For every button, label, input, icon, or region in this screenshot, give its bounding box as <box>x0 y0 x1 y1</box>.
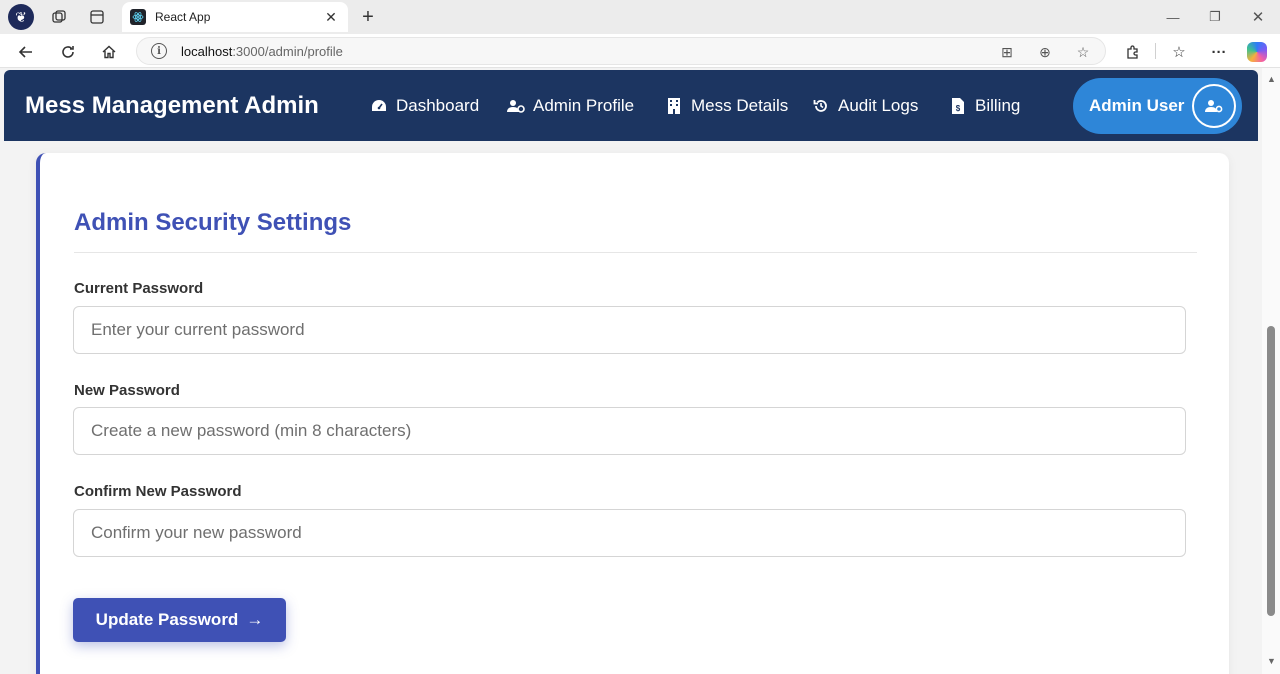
window-maximize-button[interactable]: ❐ <box>1200 4 1230 30</box>
new-password-label: New Password <box>74 382 180 399</box>
url-bar[interactable]: i localhost:3000/admin/profile ⊞ ⊕ ☆ <box>136 37 1106 65</box>
window-minimize-button[interactable]: — <box>1158 4 1188 30</box>
app-brand[interactable]: Mess Management Admin <box>25 92 319 120</box>
browser-profile-icon[interactable]: ❦ <box>8 4 34 30</box>
history-icon <box>812 97 830 115</box>
title-divider <box>74 252 1197 253</box>
extensions-icon[interactable] <box>1120 39 1146 65</box>
scrollbar-thumb[interactable] <box>1267 326 1275 616</box>
invoice-icon: $ <box>949 97 967 115</box>
browser-tab-active[interactable]: React App ✕ <box>122 2 348 32</box>
gauge-icon <box>370 97 388 115</box>
url-path: :3000/admin/profile <box>232 43 343 59</box>
update-password-label: Update Password <box>95 610 239 629</box>
nav-item-label: Mess Details <box>691 96 789 115</box>
scroll-up-arrow-icon[interactable]: ▲ <box>1267 74 1276 84</box>
browser-tab-bar: ❦ React App ✕ + — ❐ ✕ <box>0 0 1280 34</box>
tab-close-icon[interactable]: ✕ <box>322 8 340 26</box>
security-settings-card: Admin Security Settings Current Password… <box>36 153 1229 674</box>
vertical-tabs-icon[interactable] <box>86 6 108 28</box>
site-info-icon[interactable]: i <box>151 43 167 59</box>
section-title: Admin Security Settings <box>74 209 352 236</box>
reload-icon[interactable] <box>54 38 82 66</box>
tab-title: React App <box>155 10 211 24</box>
current-password-input[interactable] <box>73 306 1186 354</box>
scroll-down-arrow-icon[interactable]: ▼ <box>1267 656 1276 666</box>
app-available-icon[interactable]: ⊞ <box>997 42 1017 62</box>
toolbar-divider <box>1155 43 1156 59</box>
workspaces-icon[interactable] <box>48 6 70 28</box>
user-gear-avatar-icon <box>1192 84 1236 128</box>
more-options-icon[interactable]: ··· <box>1206 39 1232 65</box>
user-name: Admin User <box>1089 96 1185 115</box>
update-password-button[interactable]: Update Password → <box>73 598 286 642</box>
new-tab-button[interactable]: + <box>356 5 380 29</box>
current-password-label: Current Password <box>74 280 204 297</box>
url-host: localhost <box>181 43 233 59</box>
nav-item-label: Dashboard <box>396 96 480 115</box>
browser-address-bar: i localhost:3000/admin/profile ⊞ ⊕ ☆ ☆ ·… <box>0 34 1280 68</box>
copilot-icon[interactable] <box>1247 42 1267 62</box>
nav-item-label: Audit Logs <box>838 96 919 115</box>
zoom-icon[interactable]: ⊕ <box>1035 42 1055 62</box>
confirm-password-input[interactable] <box>73 509 1186 557</box>
nav-item-label: Billing <box>975 96 1021 115</box>
user-gear-icon <box>507 97 525 115</box>
window-close-button[interactable]: ✕ <box>1243 4 1273 30</box>
admin-navbar: Mess Management Admin Dashboard Admin Pr… <box>4 70 1258 141</box>
react-favicon-icon <box>130 9 146 25</box>
arrow-right-icon: → <box>246 610 264 629</box>
nav-item-audit-logs[interactable]: Audit Logs <box>812 95 918 117</box>
page-scrollbar[interactable]: ▲ ▼ <box>1262 68 1280 674</box>
favorites-icon[interactable]: ☆ <box>1166 39 1192 65</box>
favorite-star-icon[interactable]: ☆ <box>1073 42 1093 62</box>
home-icon[interactable] <box>95 38 123 66</box>
nav-item-mess-details[interactable]: Mess Details <box>665 95 788 117</box>
nav-item-dashboard[interactable]: Dashboard <box>370 95 479 117</box>
svg-text:$: $ <box>956 104 961 113</box>
page-viewport: Mess Management Admin Dashboard Admin Pr… <box>0 68 1262 674</box>
confirm-password-label: Confirm New Password <box>74 483 242 500</box>
nav-item-label: Admin Profile <box>533 96 635 115</box>
user-menu-button[interactable]: Admin User <box>1073 78 1242 134</box>
building-icon <box>665 97 683 115</box>
nav-item-billing[interactable]: $ Billing <box>949 95 1020 117</box>
back-arrow-icon[interactable] <box>12 38 40 66</box>
new-password-input[interactable] <box>73 407 1186 455</box>
nav-item-admin-profile[interactable]: Admin Profile <box>507 95 634 117</box>
